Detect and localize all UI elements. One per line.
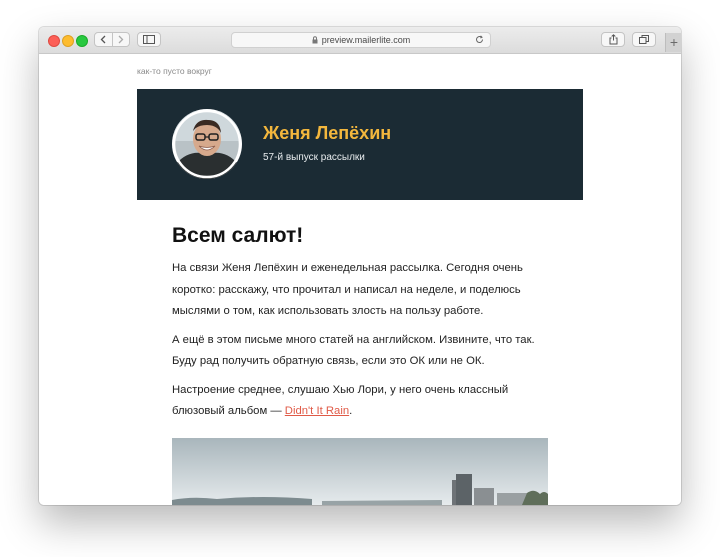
forward-button[interactable] [111, 33, 130, 46]
author-name: Женя Лепёхин [263, 123, 392, 143]
back-button[interactable] [95, 33, 112, 46]
address-bar[interactable]: preview.mailerlite.com [231, 32, 491, 48]
city-photo [172, 438, 548, 505]
url-text: preview.mailerlite.com [321, 35, 411, 45]
chevron-right-icon [118, 35, 124, 44]
close-window-button[interactable] [48, 35, 60, 47]
mood-paragraph: Настроение среднее, слушаю Хью Лори, у н… [172, 380, 552, 423]
newsletter-header: Женя Лепёхин 57-й выпуск рассылки [137, 89, 583, 200]
greeting-heading: Всем салют! [172, 224, 304, 247]
album-link[interactable]: Didn't It Rain [285, 405, 349, 417]
page-content: как-то пусто вокруг Женя Лепёхин 57-й вы [39, 54, 681, 505]
navigation-buttons [94, 32, 130, 47]
email-body: Всем салют! На связи Женя Лепёхин и ежен… [172, 224, 552, 430]
lock-icon [312, 36, 318, 44]
sidebar-toggle-button[interactable] [137, 32, 161, 47]
intro-paragraph: На связи Женя Лепёхин и еженедельная рас… [172, 262, 523, 317]
browser-toolbar: preview.mailerlite.com + [39, 27, 681, 54]
author-avatar [172, 109, 242, 179]
browser-window: preview.mailerlite.com + как-то пусто во… [39, 27, 681, 505]
share-button[interactable] [601, 32, 625, 47]
preheader-text: как-то пусто вокруг [137, 66, 212, 76]
zoom-window-button[interactable] [76, 35, 88, 47]
mood-period: . [349, 405, 353, 417]
issue-number: 57-й выпуск рассылки [263, 152, 365, 163]
share-icon [609, 34, 617, 45]
english-articles-paragraph: А ещё в этом письме много статей на англ… [172, 333, 535, 368]
sidebar-icon [143, 35, 155, 44]
minimize-window-button[interactable] [62, 35, 74, 47]
new-tab-button[interactable]: + [665, 33, 681, 52]
tabs-overview-icon [639, 35, 649, 44]
chevron-left-icon [100, 35, 106, 44]
reload-icon[interactable] [475, 35, 484, 44]
show-tabs-button[interactable] [632, 32, 656, 47]
